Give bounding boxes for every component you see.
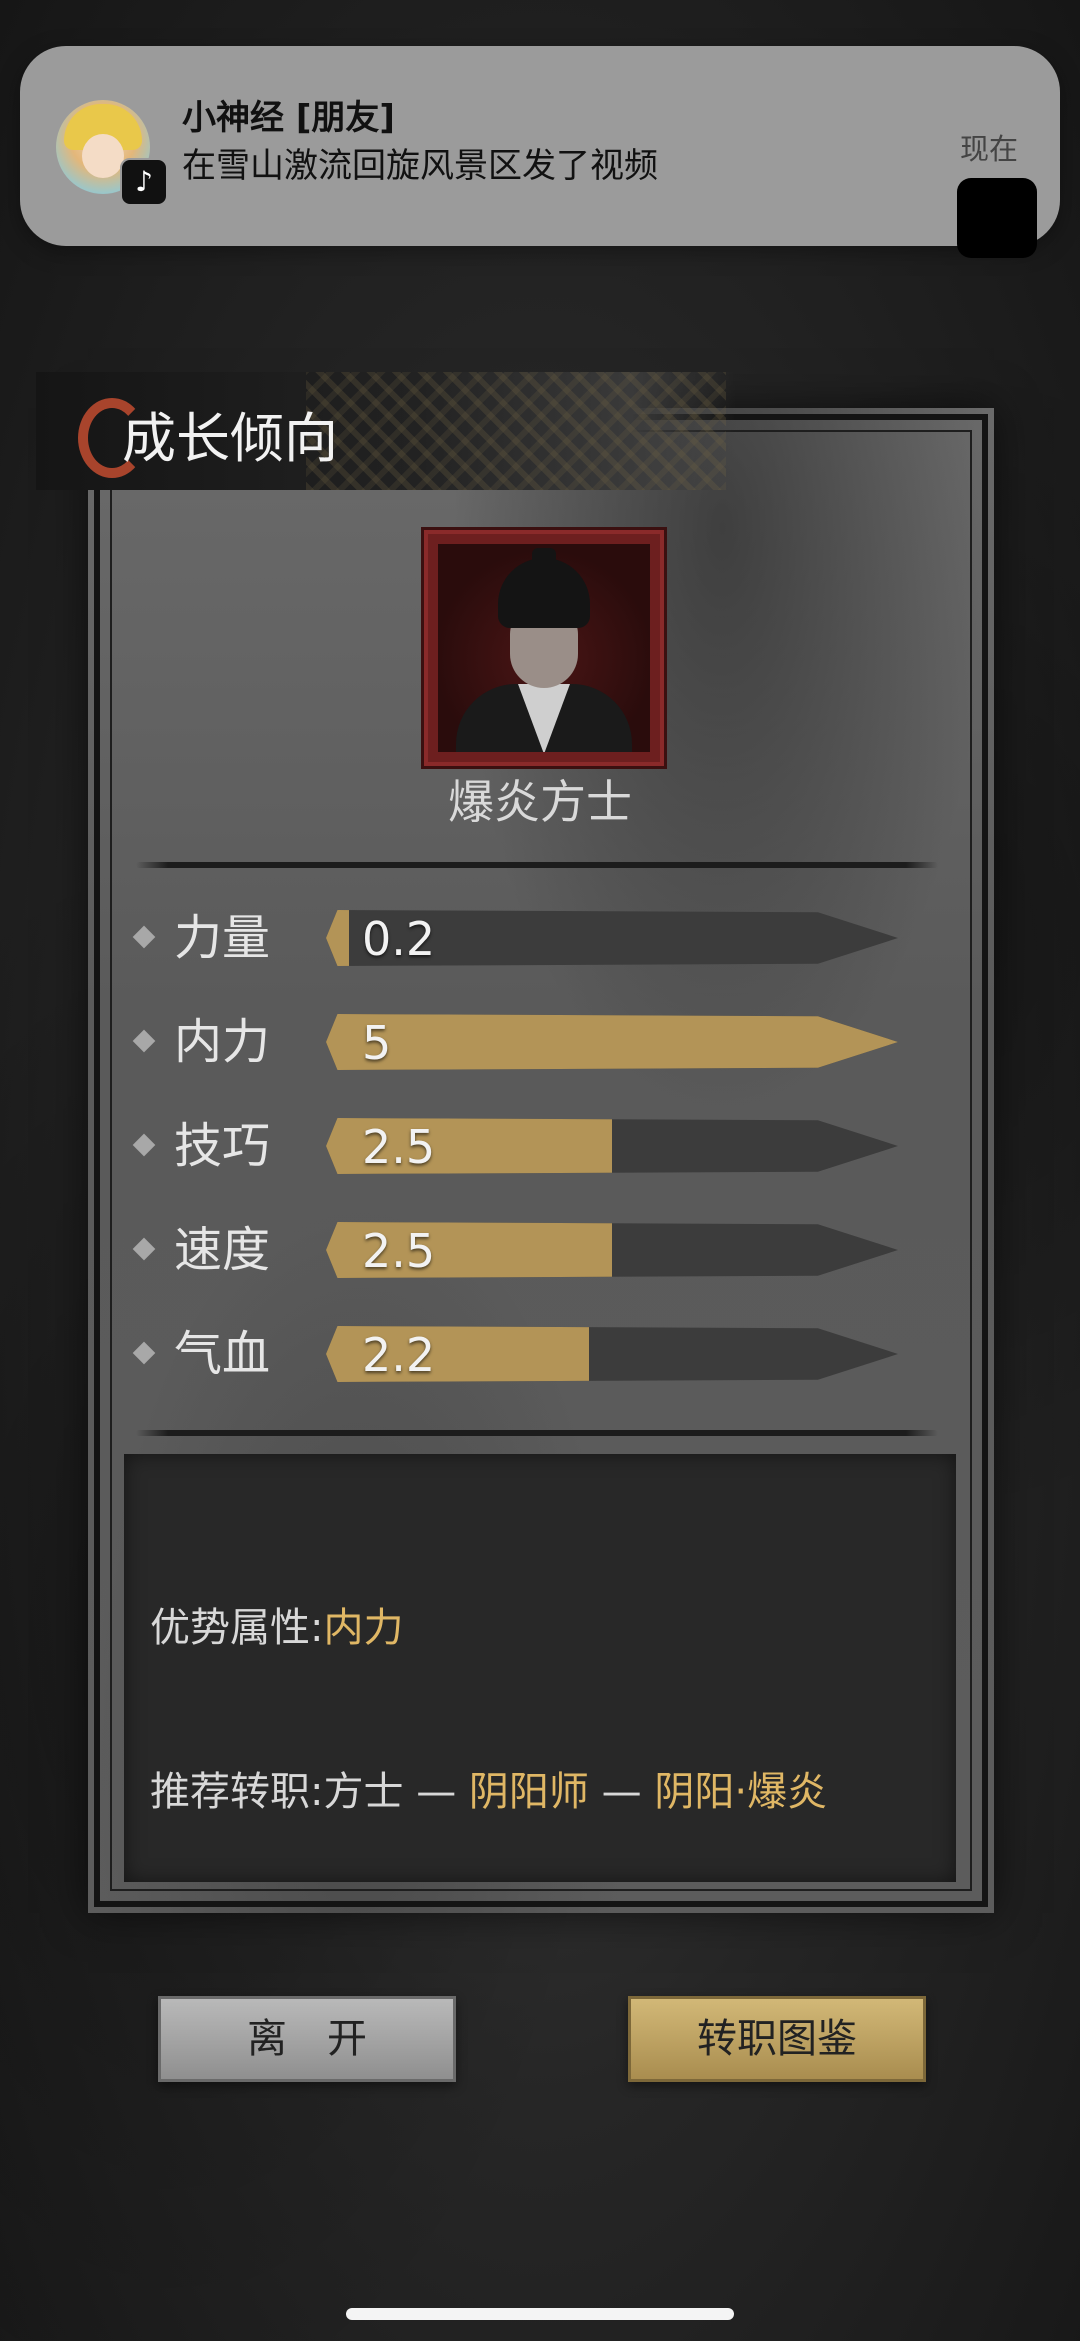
stat-row-skill: 技巧 2.5 — [128, 1116, 908, 1176]
class-name: 爆炎方士 — [448, 775, 632, 829]
class-atlas-button[interactable]: 转职图鉴 — [628, 1996, 926, 2082]
path-separator: — — [588, 1769, 655, 1815]
info-box: 优势属性:内力 推荐转职:方士 — 阴阳师 — 阴阳·爆炎 — [124, 1454, 956, 1882]
stat-bar: 2.5 — [326, 1222, 898, 1278]
advantage-label: 优势属性: — [150, 1605, 324, 1651]
notification-time: 现在 — [959, 132, 1018, 166]
stat-bar: 2.5 — [326, 1118, 898, 1174]
stat-label: 力量 — [174, 910, 271, 966]
stat-fill — [326, 1014, 898, 1070]
notification-title: 小神经 [朋友] — [182, 98, 395, 138]
avatar-face — [82, 134, 124, 178]
tiktok-icon: ♪ — [120, 158, 168, 206]
stat-label: 内力 — [174, 1014, 271, 1070]
screen: 成长倾向 爆炎方士 力量 0.2 内力 5 技巧 2.5 速度 2.5 气血 2… — [0, 0, 1080, 2341]
stat-value: 5 — [362, 1016, 392, 1070]
diamond-icon — [132, 1341, 156, 1365]
stat-row-internal: 内力 5 — [128, 1012, 908, 1072]
diamond-icon — [132, 925, 156, 949]
diamond-icon — [132, 1237, 156, 1261]
stat-value: 0.2 — [362, 912, 436, 966]
stat-bar: 2.2 — [326, 1326, 898, 1382]
path-separator: — — [403, 1769, 469, 1815]
stat-row-vitality: 气血 2.2 — [128, 1324, 908, 1384]
diamond-icon — [132, 1133, 156, 1157]
home-indicator[interactable] — [346, 2308, 734, 2320]
notification-thumbnail — [957, 178, 1037, 258]
stat-row-strength: 力量 0.2 — [128, 908, 908, 968]
path-mid: 阴阳师 — [468, 1769, 589, 1815]
stat-bar: 0.2 — [326, 910, 898, 966]
stat-value: 2.2 — [362, 1328, 436, 1382]
stat-label: 气血 — [174, 1326, 271, 1382]
stat-value: 2.5 — [362, 1224, 436, 1278]
banner-pattern — [306, 372, 726, 490]
diamond-icon — [132, 1029, 156, 1053]
advantage-line: 优势属性:内力 — [150, 1600, 403, 1656]
stat-value: 2.5 — [362, 1120, 436, 1174]
advantage-value: 内力 — [323, 1605, 404, 1651]
leave-button[interactable]: 离 开 — [158, 1996, 456, 2082]
stat-bar: 5 — [326, 1014, 898, 1070]
divider-bottom — [136, 1430, 938, 1436]
divider-top — [136, 862, 938, 868]
path-start: 方士 — [323, 1769, 404, 1815]
stat-row-speed: 速度 2.5 — [128, 1220, 908, 1280]
path-end: 阴阳·爆炎 — [654, 1769, 828, 1815]
portrait-hat — [498, 558, 590, 628]
notification-body: 在雪山激流回旋风景区发了视频 — [182, 146, 658, 186]
character-portrait — [424, 530, 664, 766]
portrait-image — [438, 544, 650, 752]
stat-fill — [326, 910, 349, 966]
portrait-hat-top — [532, 548, 556, 566]
path-label: 推荐转职: — [150, 1769, 324, 1815]
stat-label: 速度 — [174, 1222, 271, 1278]
stat-label: 技巧 — [174, 1118, 271, 1174]
class-path-line: 推荐转职:方士 — 阴阳师 — 阴阳·爆炎 — [150, 1764, 827, 1820]
panel-title: 成长倾向 — [122, 407, 338, 470]
